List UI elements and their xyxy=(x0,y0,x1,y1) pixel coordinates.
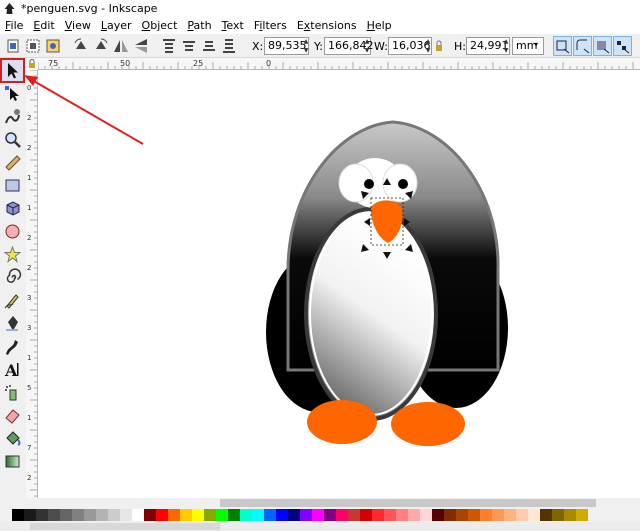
palette-swatch[interactable] xyxy=(84,509,96,521)
palette-swatch[interactable] xyxy=(516,509,528,521)
palette-swatch[interactable] xyxy=(60,509,72,521)
palette-scroll-thumb[interactable] xyxy=(30,523,220,530)
palette-swatch[interactable] xyxy=(336,509,348,521)
color-palette xyxy=(0,508,640,522)
palette-swatch[interactable] xyxy=(216,509,228,521)
palette-swatch[interactable] xyxy=(492,509,504,521)
palette-swatch[interactable] xyxy=(384,509,396,521)
palette-swatch[interactable] xyxy=(552,509,564,521)
palette-swatch[interactable] xyxy=(156,509,168,521)
palette-swatch[interactable] xyxy=(36,509,48,521)
palette-swatch[interactable] xyxy=(252,509,264,521)
palette-swatch[interactable] xyxy=(372,509,384,521)
palette-swatch[interactable] xyxy=(348,509,360,521)
palette-swatch[interactable] xyxy=(504,509,516,521)
palette-swatch[interactable] xyxy=(180,509,192,521)
palette-swatch[interactable] xyxy=(432,509,444,521)
palette-swatch[interactable] xyxy=(312,509,324,521)
horizontal-scrollbar[interactable] xyxy=(38,498,640,508)
palette-swatch[interactable] xyxy=(528,509,540,521)
palette-swatch[interactable] xyxy=(468,509,480,521)
palette-swatch[interactable] xyxy=(540,509,552,521)
palette-swatch[interactable] xyxy=(204,509,216,521)
palette-swatch[interactable] xyxy=(396,509,408,521)
palette-swatch[interactable] xyxy=(456,509,468,521)
palette-swatch[interactable] xyxy=(360,509,372,521)
palette-swatch[interactable] xyxy=(564,509,576,521)
palette-swatch[interactable] xyxy=(48,509,60,521)
palette-swatch[interactable] xyxy=(144,509,156,521)
palette-swatch[interactable] xyxy=(108,509,120,521)
palette-swatch[interactable] xyxy=(480,509,492,521)
palette-swatch[interactable] xyxy=(132,509,144,521)
palette-swatch[interactable] xyxy=(96,509,108,521)
status-bar xyxy=(0,522,640,531)
palette-swatch[interactable] xyxy=(444,509,456,521)
palette-swatch[interactable] xyxy=(300,509,312,521)
palette-swatch[interactable] xyxy=(324,509,336,521)
palette-swatch[interactable] xyxy=(12,509,24,521)
palette-swatch[interactable] xyxy=(408,509,420,521)
palette-swatch[interactable] xyxy=(420,509,432,521)
palette-swatch[interactable] xyxy=(276,509,288,521)
palette-swatch[interactable] xyxy=(228,509,240,521)
palette-swatch[interactable] xyxy=(240,509,252,521)
palette-swatch[interactable] xyxy=(24,509,36,521)
palette-swatch[interactable] xyxy=(168,509,180,521)
palette-swatch[interactable] xyxy=(264,509,276,521)
annotation-arrow xyxy=(24,75,144,145)
palette-swatch[interactable] xyxy=(192,509,204,521)
horizontal-scroll-thumb[interactable] xyxy=(220,499,596,507)
palette-swatch[interactable] xyxy=(120,509,132,521)
palette-swatch[interactable] xyxy=(288,509,300,521)
palette-swatch[interactable] xyxy=(72,509,84,521)
palette-swatch[interactable] xyxy=(576,509,588,521)
